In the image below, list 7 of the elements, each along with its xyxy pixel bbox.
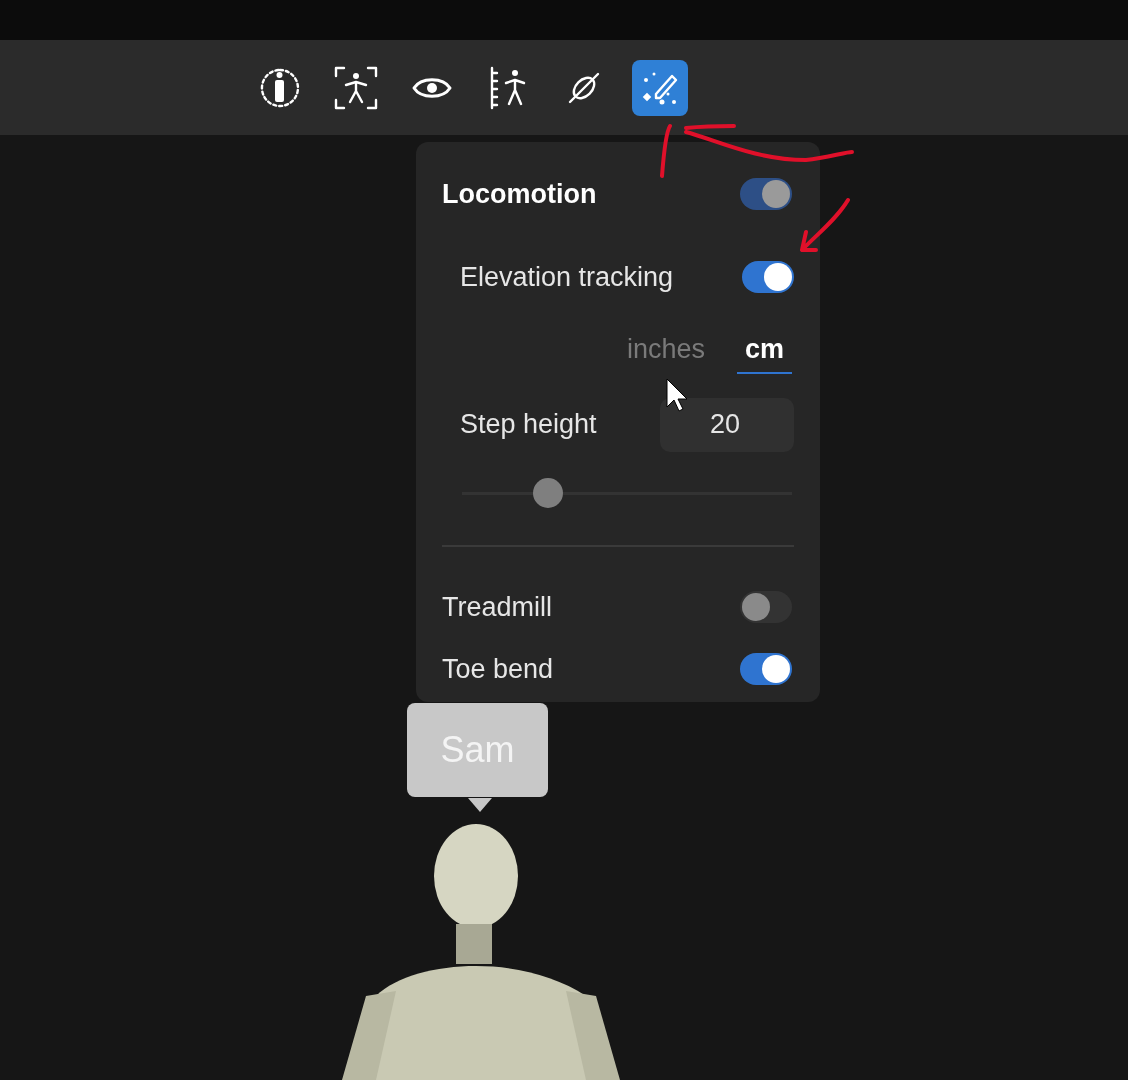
toggle-label: Toe bend bbox=[442, 653, 554, 686]
section-title: Locomotion bbox=[442, 178, 597, 211]
field-label: Step height bbox=[460, 408, 597, 442]
toggle-label: Treadmill bbox=[442, 590, 553, 624]
cursor-icon bbox=[666, 378, 688, 412]
toggle-label: Elevation tracking bbox=[460, 260, 674, 294]
tool-button[interactable] bbox=[632, 59, 688, 116]
